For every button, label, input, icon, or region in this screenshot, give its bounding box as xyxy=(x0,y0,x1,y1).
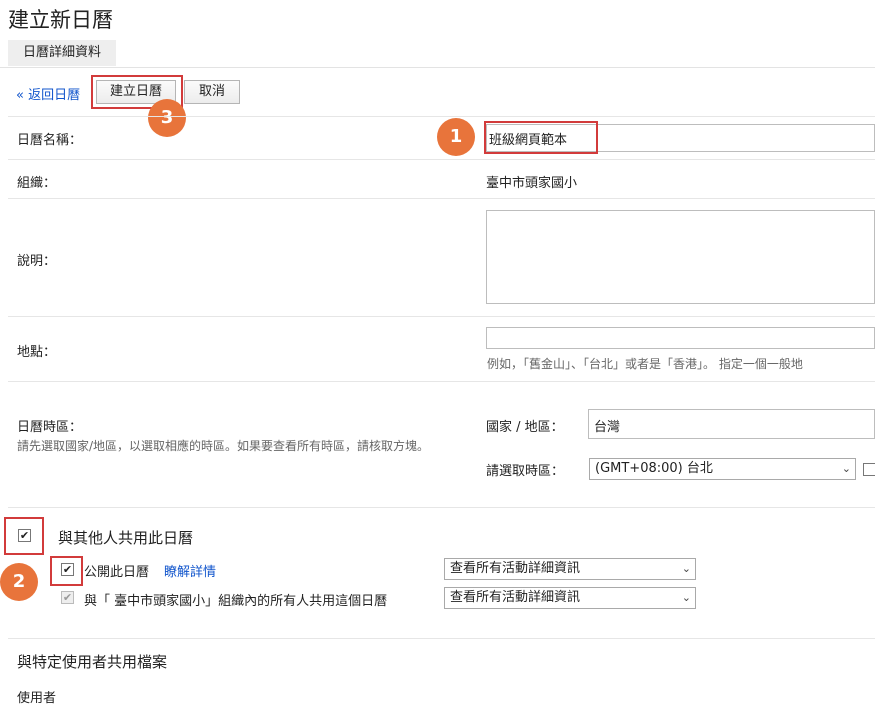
share-specific-users-title: 與特定使用者共用檔案 xyxy=(17,653,168,671)
share-calendar-label: 與其他人共用此日曆 xyxy=(58,529,194,547)
timezone-select-value: (GMT+08:00) 台北 xyxy=(595,461,713,476)
organization-label: 組織： xyxy=(17,176,57,191)
chevron-down-icon: ⌄ xyxy=(841,462,851,475)
divider xyxy=(8,198,875,199)
learn-more-link[interactable]: 瞭解詳情 xyxy=(164,561,216,580)
org-permission-select[interactable]: 查看所有活動詳細資訊 ⌄ xyxy=(444,587,696,609)
divider xyxy=(8,316,875,317)
org-share-checkbox[interactable]: ✔ xyxy=(61,591,74,604)
step-badge-2: 2 xyxy=(0,563,38,601)
timezone-hint: 請先選取國家/地區，以選取相應的時區。如果要查看所有時區，請核取方塊。 xyxy=(17,439,430,453)
step-badge-1: 1 xyxy=(437,118,475,156)
checkmark-icon: ✔ xyxy=(62,563,73,576)
location-label: 地點： xyxy=(17,345,57,360)
header-divider xyxy=(0,67,875,68)
public-permission-value: 查看所有活動詳細資訊 xyxy=(450,561,581,576)
cancel-button[interactable]: 取消 xyxy=(184,80,240,104)
page-title: 建立新日曆 xyxy=(8,8,113,32)
timezone-select-label: 請選取時區： xyxy=(486,464,565,479)
public-permission-select[interactable]: 查看所有活動詳細資訊 ⌄ xyxy=(444,558,696,580)
divider xyxy=(8,116,875,117)
public-calendar-label: 公開此日曆 xyxy=(84,565,150,580)
back-to-calendar-link[interactable]: « 返回日曆 xyxy=(16,84,80,103)
location-hint: 例如，「舊金山」、「台北」或者是「香港」。 指定一個一般地 xyxy=(487,357,803,371)
user-column-label: 使用者 xyxy=(17,691,57,706)
timezone-label: 日曆時區： xyxy=(17,420,83,435)
public-calendar-checkbox[interactable]: ✔ xyxy=(61,563,74,576)
chevron-down-icon: ⌄ xyxy=(681,562,691,575)
calendar-name-input[interactable]: 班級網頁範本 xyxy=(489,129,567,148)
checkmark-icon: ✔ xyxy=(19,529,30,542)
org-share-label: 與「 臺中市頭家國小」組織內的所有人共用這個日曆 xyxy=(84,594,388,609)
description-label: 說明： xyxy=(17,254,57,269)
country-label: 國家 / 地區： xyxy=(486,420,564,435)
step-badge-3: 3 xyxy=(148,99,186,137)
divider xyxy=(8,159,875,160)
organization-value: 臺中市頭家國小 xyxy=(486,176,578,191)
chevron-down-icon: ⌄ xyxy=(681,591,691,604)
calendar-name-label: 日曆名稱： xyxy=(17,133,83,148)
checkmark-icon: ✔ xyxy=(62,591,73,604)
timezone-select[interactable]: (GMT+08:00) 台北 ⌄ xyxy=(589,458,856,480)
location-input[interactable] xyxy=(486,327,875,349)
description-textarea[interactable] xyxy=(486,210,875,304)
org-permission-value: 查看所有活動詳細資訊 xyxy=(450,590,581,605)
country-input[interactable]: 台灣 xyxy=(594,416,620,435)
country-input-frame xyxy=(588,409,875,439)
tab-calendar-details[interactable]: 日曆詳細資料 xyxy=(8,40,116,66)
show-all-timezones-checkbox[interactable] xyxy=(863,463,875,476)
divider xyxy=(8,638,875,639)
divider xyxy=(8,507,875,508)
divider xyxy=(8,381,875,382)
share-calendar-checkbox[interactable]: ✔ xyxy=(18,529,31,542)
